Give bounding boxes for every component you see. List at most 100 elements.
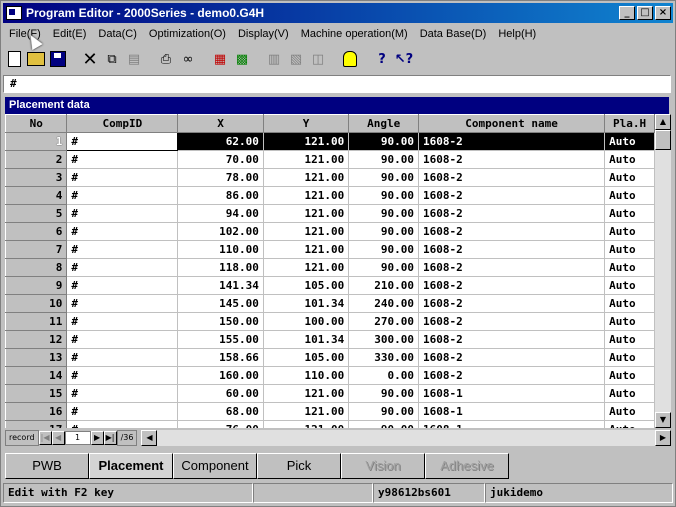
scroll-right-icon[interactable]: ▶ (655, 430, 671, 446)
cell-angle[interactable]: 90.00 (348, 168, 419, 187)
cell-x[interactable]: 160.00 (177, 366, 264, 385)
cell-y[interactable]: 121.00 (263, 150, 350, 169)
cell-x[interactable]: 150.00 (177, 312, 264, 331)
cell-x[interactable]: 94.00 (177, 204, 264, 223)
vertical-scrollbar[interactable]: ▲ ▼ (655, 114, 671, 428)
cell-pla[interactable]: Auto (604, 294, 655, 313)
cell-name[interactable]: 1608-2 (418, 132, 606, 151)
table-row[interactable]: 12 #155.00 101.34 300.00 1608-2 Auto (5, 330, 655, 349)
cell-comp-id[interactable]: # (66, 240, 179, 259)
cell-x[interactable]: 145.00 (177, 294, 264, 313)
help-button[interactable]: ? (371, 48, 393, 70)
cell-angle[interactable]: 90.00 (348, 222, 419, 241)
component-button[interactable]: ▩ (231, 48, 253, 70)
chart-view-button[interactable]: ▧ (285, 48, 307, 70)
table-row[interactable]: 17#76.00121.0090.001608-1Auto (5, 420, 655, 428)
cell-y[interactable]: 121.00 (263, 258, 350, 277)
cell-name[interactable]: 1608-2 (418, 240, 606, 259)
cell-angle[interactable]: 330.00 (348, 348, 419, 367)
column-header-compid[interactable]: CompID (66, 114, 179, 133)
menu-display[interactable]: Display(V) (232, 28, 295, 40)
cell-angle[interactable]: 90.00 (348, 132, 419, 151)
close-button[interactable]: × (655, 6, 671, 20)
copy-button[interactable]: ⧉ (101, 48, 123, 70)
cell-comp-id[interactable]: # (66, 366, 179, 385)
row-number-cell[interactable]: 2 (5, 150, 68, 169)
camera-view-button[interactable]: ◫ (307, 48, 329, 70)
paste-button[interactable]: ▤ (123, 48, 145, 70)
cell-name[interactable]: 1608-2 (418, 366, 606, 385)
next-record-icon[interactable]: ▶ (90, 431, 104, 445)
cell-angle[interactable]: 90.00 (348, 402, 419, 421)
vertical-scroll-thumb[interactable] (655, 130, 671, 150)
path-field[interactable]: # (3, 75, 671, 93)
cell-x[interactable]: 70.00 (177, 150, 264, 169)
maximize-button[interactable]: □ (637, 6, 653, 20)
cell-name[interactable]: 1608-2 (418, 258, 606, 277)
cell-x[interactable]: 118.00 (177, 258, 264, 277)
row-number-cell[interactable]: 12 (5, 330, 68, 349)
last-record-icon[interactable]: ▶| (103, 431, 117, 445)
cell-y[interactable]: 121.00 (263, 168, 350, 187)
cell-pla[interactable]: Auto (604, 150, 655, 169)
cell-pla[interactable]: Auto (604, 168, 655, 187)
cell-name[interactable]: 1608-1 (418, 402, 606, 421)
cell-comp-id[interactable]: # (66, 294, 179, 313)
tab-pick[interactable]: Pick (257, 453, 341, 479)
table-row[interactable]: 3 #78.00 121.00 90.00 1608-2 Auto (5, 168, 655, 187)
hint-button[interactable] (339, 48, 361, 70)
row-number-cell[interactable]: 14 (5, 366, 68, 385)
cell-x[interactable]: 158.66 (177, 348, 264, 367)
cell-comp-id[interactable]: # (66, 330, 179, 349)
table-row[interactable]: 8 #118.00 121.00 90.00 1608-2 Auto (5, 258, 655, 277)
tab-placement[interactable]: Placement (89, 453, 173, 479)
cell-angle[interactable]: 90.00 (348, 240, 419, 259)
cell-angle[interactable]: 90.00 (348, 420, 419, 428)
cell-name[interactable]: 1608-2 (418, 312, 606, 331)
cell-name[interactable]: 1608-1 (418, 384, 606, 403)
cell-angle[interactable]: 210.00 (348, 276, 419, 295)
cell-y[interactable]: 105.00 (263, 276, 350, 295)
tab-adhesive[interactable]: Adhesive (425, 453, 509, 479)
cell-comp-id[interactable]: # (66, 402, 179, 421)
new-file-button[interactable] (3, 48, 25, 70)
column-header-no[interactable]: No (5, 114, 68, 133)
row-number-cell[interactable]: 16 (5, 402, 68, 421)
cell-angle[interactable]: 90.00 (348, 384, 419, 403)
table-row[interactable]: 13 #158.66 105.00 330.00 1608-2 Auto (5, 348, 655, 367)
cell-angle[interactable]: 90.00 (348, 258, 419, 277)
cell-x[interactable]: 76.00 (177, 420, 264, 428)
cell-comp-id[interactable]: # (66, 222, 179, 241)
cell-y[interactable]: 105.00 (263, 348, 350, 367)
cell-pla[interactable]: Auto (604, 330, 655, 349)
tab-pwb[interactable]: PWB (5, 453, 89, 479)
column-header-component-name[interactable]: Component name (417, 114, 606, 133)
menu-edit[interactable]: Edit(E) (47, 28, 93, 40)
cell-y[interactable]: 121.00 (263, 402, 350, 421)
row-number-cell[interactable]: 4 (5, 186, 68, 205)
row-number-cell[interactable]: 11 (5, 312, 68, 331)
cell-pla[interactable]: Auto (604, 204, 655, 223)
context-help-button[interactable]: ↖? (393, 48, 415, 70)
table-row[interactable]: 14 #160.00 110.00 0.00 1608-2 Auto (5, 366, 655, 385)
tab-vision[interactable]: Vision (341, 453, 425, 479)
column-header-x[interactable]: X (177, 114, 264, 133)
cell-name[interactable]: 1608-2 (418, 276, 606, 295)
cell-angle[interactable]: 300.00 (348, 330, 419, 349)
title-bar[interactable]: Program Editor - 2000Series - demo0.G4H … (3, 3, 673, 23)
table-row[interactable]: 9 #141.34 105.00 210.00 1608-2 Auto (5, 276, 655, 295)
cell-angle[interactable]: 90.00 (348, 186, 419, 205)
grid-view-button[interactable]: ▥ (263, 48, 285, 70)
cell-x[interactable]: 141.34 (177, 276, 264, 295)
scroll-down-icon[interactable]: ▼ (655, 412, 671, 428)
cell-comp-id[interactable]: # (66, 204, 179, 223)
cell-x[interactable]: 62.00 (177, 132, 264, 151)
cell-name[interactable]: 1608-2 (418, 150, 606, 169)
cell-name[interactable]: 1608-2 (418, 294, 606, 313)
table-row[interactable]: 4 #86.00 121.00 90.00 1608-2 Auto (5, 186, 655, 205)
cell-x[interactable]: 155.00 (177, 330, 264, 349)
cell-pla[interactable]: Auto (604, 258, 655, 277)
cell-comp-id[interactable]: # (66, 258, 179, 277)
table-row[interactable]: 11 #150.00 100.00 270.00 1608-2 Auto (5, 312, 655, 331)
scroll-left-icon[interactable]: ◀ (141, 430, 158, 446)
